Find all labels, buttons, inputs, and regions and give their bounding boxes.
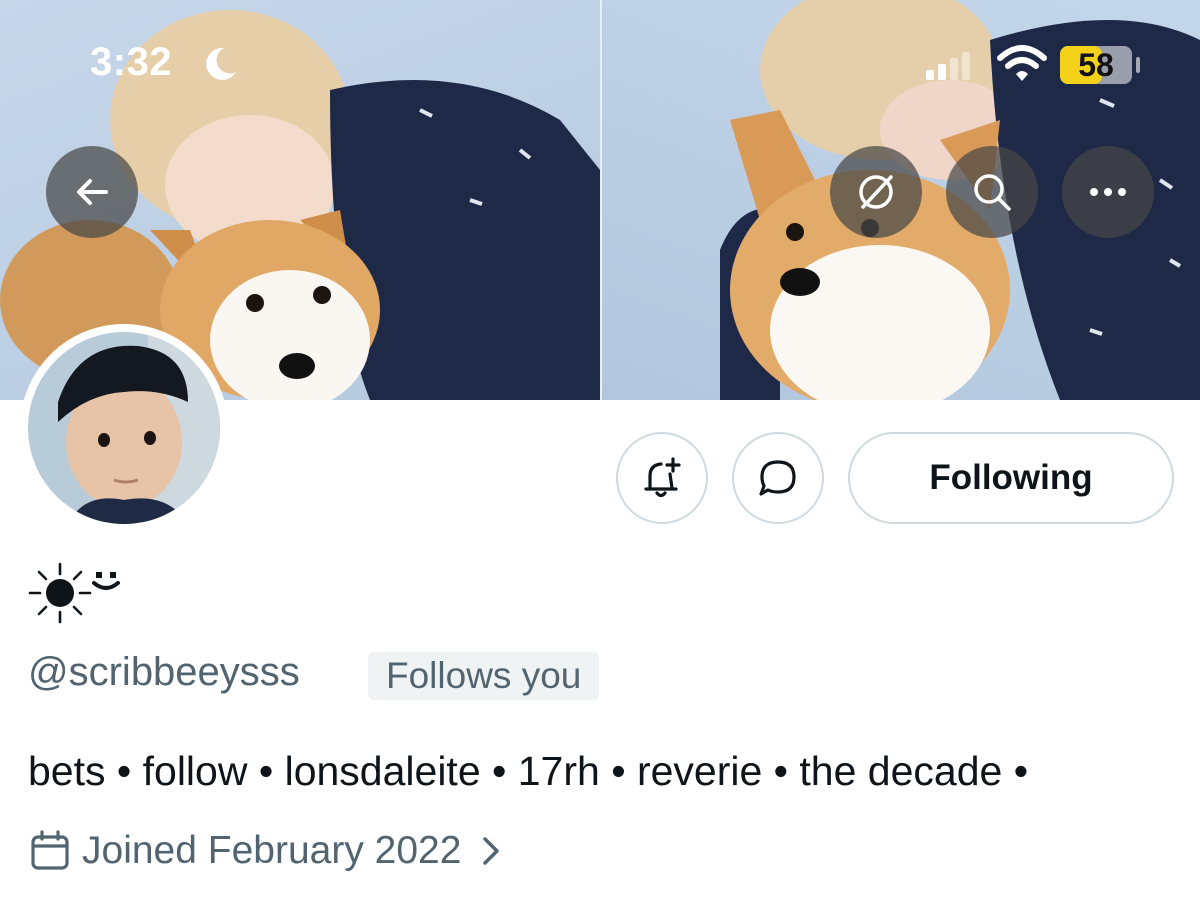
moon-icon xyxy=(206,47,236,80)
profile-bio: bets • follow • lonsdaleite • 17rh • rev… xyxy=(28,748,1029,794)
battery-percentage: 58 xyxy=(1078,47,1114,83)
search-button[interactable] xyxy=(946,146,1038,238)
following-button[interactable]: Following xyxy=(848,432,1174,524)
battery-tip xyxy=(1136,57,1140,73)
bell-plus-icon xyxy=(644,457,681,498)
sun-and-smile-emoji xyxy=(28,562,120,624)
calendar-icon xyxy=(31,830,69,870)
battery-indicator: 58 xyxy=(1060,46,1132,84)
message-button[interactable] xyxy=(732,432,824,524)
arrow-left-icon xyxy=(77,179,108,205)
search-icon xyxy=(974,174,1011,211)
avatar-image xyxy=(28,332,220,524)
status-time: 3:32 xyxy=(90,40,173,84)
notify-button[interactable] xyxy=(616,432,708,524)
follows-you-badge: Follows you xyxy=(368,652,600,700)
profile-handle: @scribbeeysss xyxy=(28,650,300,694)
no-notifications-icon xyxy=(859,175,893,209)
more-options-button[interactable] xyxy=(1062,146,1154,238)
wifi-icon xyxy=(997,45,1047,81)
chevron-right-icon xyxy=(483,837,500,865)
message-bubble-icon xyxy=(759,460,796,496)
joined-date: Joined February 2022 xyxy=(82,829,462,872)
signal-icon xyxy=(926,52,970,80)
joined-date-row[interactable]: Joined February 2022 xyxy=(28,826,505,876)
profile-avatar[interactable] xyxy=(20,324,228,532)
back-button[interactable] xyxy=(46,146,138,238)
mute-notifications-button[interactable] xyxy=(830,146,922,238)
more-horizontal-icon xyxy=(1090,188,1126,196)
